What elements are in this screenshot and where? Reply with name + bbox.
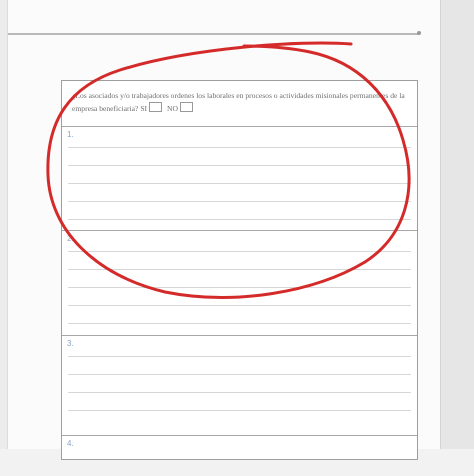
form-section: ¿Los asociados y/o trabajadores ordenes … [61,80,418,460]
writing-line [68,269,411,270]
answer-block-marker: 3. [67,339,74,348]
writing-line [68,374,411,375]
header-rule [8,33,418,35]
writing-line [68,147,411,148]
answer-block[interactable]: 3. [62,336,417,436]
question-text: ¿Los asociados y/o trabajadores ordenes … [72,91,405,113]
writing-line [68,392,411,393]
writing-line [68,165,411,166]
writing-line [68,251,411,252]
answer-block-marker: 1. [67,130,74,139]
answer-block[interactable]: 2. [62,231,417,336]
yes-no-options: SI NO [140,102,196,113]
writing-line [68,410,411,411]
answer-block-marker: 4. [67,439,74,448]
header-rule-end-marker [417,31,421,35]
yes-label: SI [140,104,148,113]
no-label: NO [166,104,178,113]
writing-line [68,356,411,357]
writing-line [68,323,411,324]
writing-line [68,201,411,202]
answer-block[interactable]: 1. [62,127,417,231]
writing-line [68,219,411,220]
writing-line [68,287,411,288]
answer-block-marker: 2. [67,234,74,243]
answer-block[interactable]: 4. [62,436,417,476]
question-row: ¿Los asociados y/o trabajadores ordenes … [62,81,417,127]
no-checkbox[interactable] [179,102,193,112]
right-gutter [440,0,474,449]
writing-line [68,183,411,184]
yes-checkbox[interactable] [149,102,163,112]
writing-line [68,305,411,306]
